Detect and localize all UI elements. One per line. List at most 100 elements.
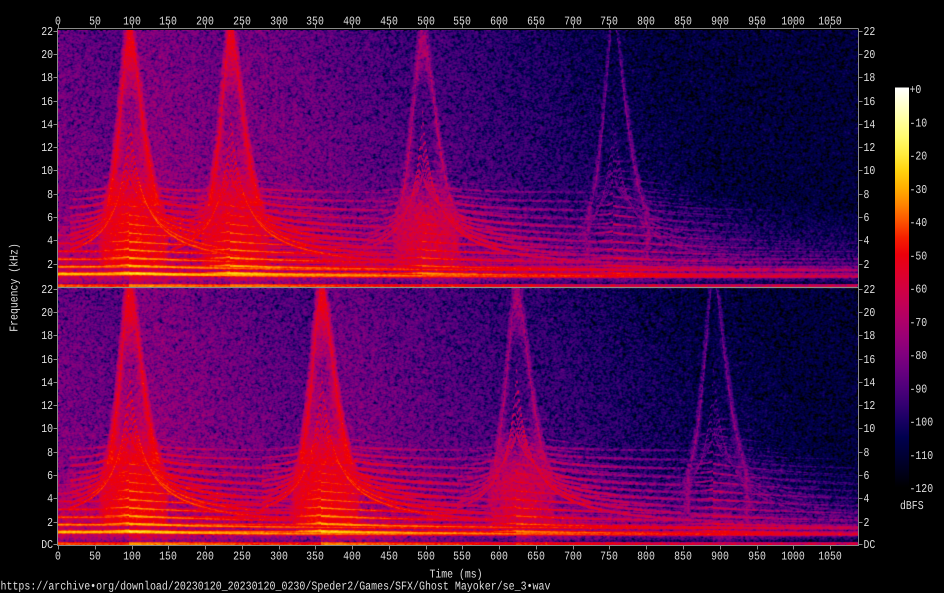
svg-text:16: 16	[41, 95, 53, 109]
svg-text:100: 100	[123, 15, 141, 29]
svg-text:10: 10	[41, 164, 53, 178]
svg-text:900: 900	[711, 15, 729, 29]
svg-text:10: 10	[41, 422, 53, 436]
svg-text:450: 450	[380, 15, 398, 29]
svg-text:Frequency (kHz): Frequency (kHz)	[8, 243, 22, 332]
svg-text:50: 50	[89, 550, 101, 564]
svg-text:-110: -110	[910, 449, 934, 463]
svg-text:750: 750	[600, 550, 618, 564]
svg-text:2: 2	[47, 516, 53, 530]
svg-text:450: 450	[380, 550, 398, 564]
svg-text:2: 2	[47, 258, 53, 272]
svg-text:-80: -80	[910, 349, 928, 363]
svg-text:0: 0	[55, 550, 61, 564]
svg-text:350: 350	[306, 550, 324, 564]
svg-text:12: 12	[864, 399, 876, 413]
svg-text:2: 2	[864, 516, 870, 530]
svg-text:350: 350	[306, 15, 324, 29]
svg-text:+0: +0	[910, 83, 922, 97]
svg-text:6: 6	[47, 469, 53, 483]
svg-text:-20: -20	[910, 150, 928, 164]
svg-text:850: 850	[674, 15, 692, 29]
svg-text:2: 2	[864, 258, 870, 272]
svg-text:8: 8	[864, 446, 870, 460]
svg-text:800: 800	[637, 15, 655, 29]
svg-text:12: 12	[41, 399, 53, 413]
svg-text:16: 16	[41, 353, 53, 367]
svg-text:-60: -60	[910, 283, 928, 297]
svg-text:950: 950	[748, 15, 766, 29]
svg-text:18: 18	[864, 329, 876, 343]
svg-text:0: 0	[55, 15, 61, 29]
svg-text:100: 100	[123, 550, 141, 564]
svg-text:https://archive•org/download/2: https://archive•org/download/20230120_20…	[1, 580, 551, 593]
svg-text:600: 600	[490, 550, 508, 564]
svg-text:-30: -30	[910, 183, 928, 197]
svg-text:DC: DC	[864, 538, 876, 552]
svg-text:-90: -90	[910, 382, 928, 396]
svg-text:22: 22	[41, 283, 53, 297]
svg-text:500: 500	[417, 15, 435, 29]
svg-text:200: 200	[196, 550, 214, 564]
svg-text:-100: -100	[910, 416, 934, 430]
svg-text:500: 500	[417, 550, 435, 564]
svg-text:8: 8	[47, 188, 53, 202]
svg-text:4: 4	[47, 492, 53, 506]
svg-text:50: 50	[89, 15, 101, 29]
svg-text:22: 22	[864, 25, 876, 39]
svg-text:-70: -70	[910, 316, 928, 330]
svg-text:550: 550	[453, 550, 471, 564]
svg-text:1050: 1050	[818, 550, 842, 564]
svg-text:800: 800	[637, 550, 655, 564]
svg-text:12: 12	[41, 141, 53, 155]
svg-text:400: 400	[343, 15, 361, 29]
svg-text:-10: -10	[910, 116, 928, 130]
svg-text:4: 4	[864, 492, 870, 506]
svg-text:4: 4	[864, 234, 870, 248]
svg-text:900: 900	[711, 550, 729, 564]
svg-text:10: 10	[864, 164, 876, 178]
svg-text:650: 650	[527, 15, 545, 29]
svg-text:200: 200	[196, 15, 214, 29]
svg-text:1050: 1050	[818, 15, 842, 29]
svg-text:300: 300	[270, 550, 288, 564]
svg-text:-50: -50	[910, 249, 928, 263]
svg-text:12: 12	[864, 141, 876, 155]
svg-text:300: 300	[270, 15, 288, 29]
svg-text:150: 150	[159, 550, 177, 564]
svg-text:-120: -120	[910, 482, 934, 496]
svg-text:10: 10	[864, 422, 876, 436]
svg-text:650: 650	[527, 550, 545, 564]
svg-text:22: 22	[864, 283, 876, 297]
svg-text:18: 18	[41, 329, 53, 343]
svg-text:20: 20	[864, 306, 876, 320]
svg-text:16: 16	[864, 95, 876, 109]
svg-text:700: 700	[564, 550, 582, 564]
svg-text:dBFS: dBFS	[900, 499, 924, 513]
svg-text:20: 20	[41, 306, 53, 320]
svg-text:150: 150	[159, 15, 177, 29]
svg-text:14: 14	[41, 376, 53, 390]
svg-text:250: 250	[233, 550, 251, 564]
svg-text:600: 600	[490, 15, 508, 29]
svg-text:20: 20	[41, 48, 53, 62]
svg-text:850: 850	[674, 550, 692, 564]
svg-text:22: 22	[41, 25, 53, 39]
svg-text:950: 950	[748, 550, 766, 564]
svg-text:20: 20	[864, 48, 876, 62]
svg-text:6: 6	[47, 211, 53, 225]
svg-text:6: 6	[864, 211, 870, 225]
svg-text:250: 250	[233, 15, 251, 29]
svg-text:400: 400	[343, 550, 361, 564]
svg-text:14: 14	[41, 118, 53, 132]
svg-text:1000: 1000	[781, 15, 805, 29]
svg-text:16: 16	[864, 353, 876, 367]
svg-text:4: 4	[47, 234, 53, 248]
svg-text:-40: -40	[910, 216, 928, 230]
svg-text:8: 8	[47, 446, 53, 460]
svg-text:1000: 1000	[781, 550, 805, 564]
svg-text:18: 18	[41, 71, 53, 85]
svg-text:6: 6	[864, 469, 870, 483]
svg-text:750: 750	[600, 15, 618, 29]
svg-text:700: 700	[564, 15, 582, 29]
